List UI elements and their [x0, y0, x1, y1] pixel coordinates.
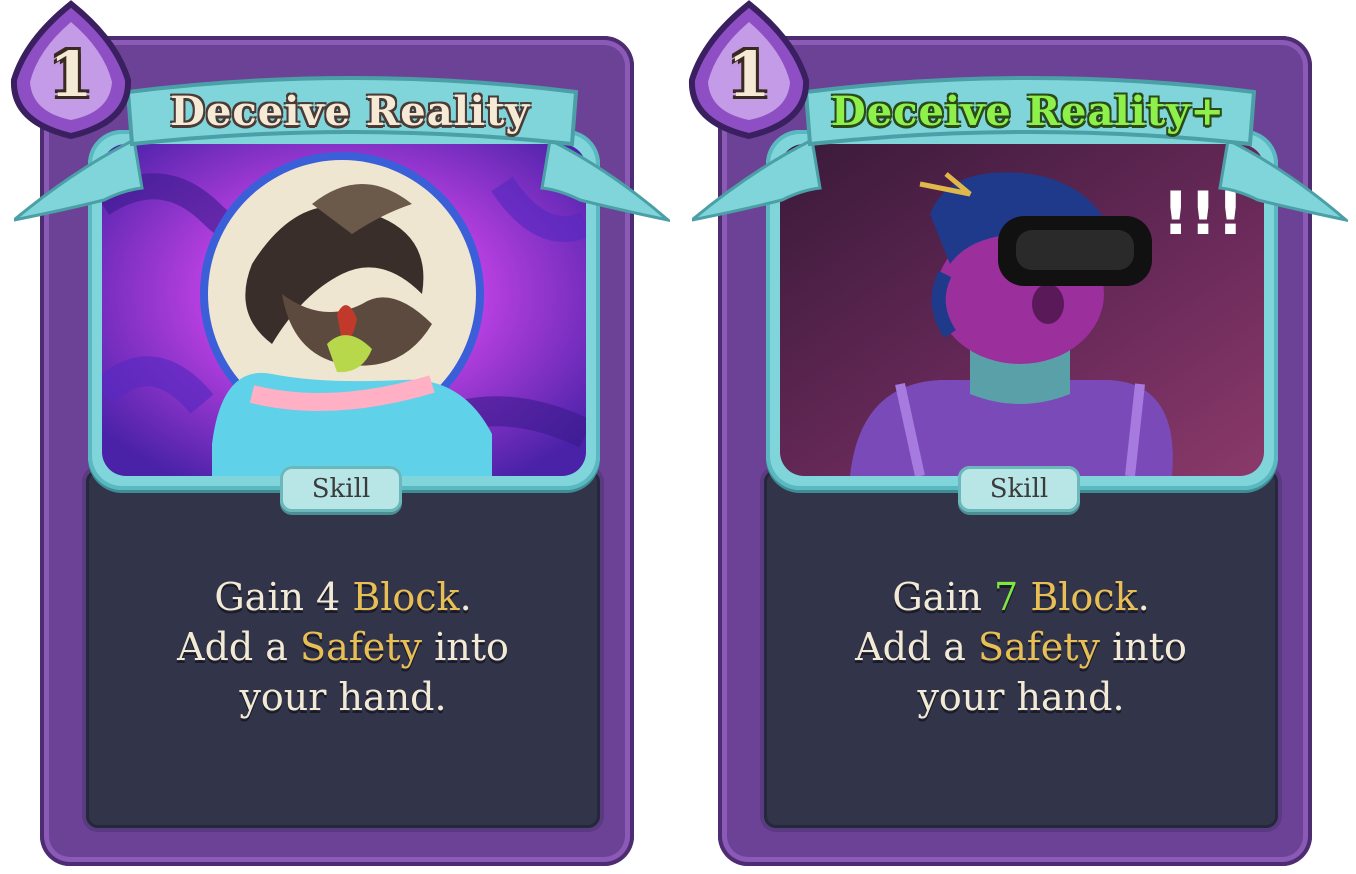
card-description: Gain 4 Block. Add a Safety into your han…	[110, 572, 576, 722]
block-amount: 7	[994, 575, 1019, 619]
desc-text: Add a	[855, 625, 979, 669]
desc-text: .	[459, 575, 472, 619]
art-frame: !!!	[766, 130, 1278, 490]
block-amount: 4	[316, 575, 341, 619]
desc-text: Gain	[892, 575, 995, 619]
card-deceive-reality[interactable]: Deceive Reality 1 Skill Gain 4 Block. Ad…	[0, 0, 680, 874]
card-description: Gain 7 Block. Add a Safety into your han…	[788, 572, 1254, 722]
keyword-block: Block	[1030, 575, 1138, 619]
keyword-block: Block	[352, 575, 460, 619]
energy-cost: 1	[49, 38, 93, 111]
keyword-safety: Safety	[978, 625, 1101, 669]
desc-text: into	[1100, 625, 1187, 669]
desc-text: into	[422, 625, 509, 669]
desc-text: Gain	[214, 575, 317, 619]
art-frame	[88, 130, 600, 490]
desc-line-3: your hand.	[917, 675, 1125, 719]
card-title: Deceive Reality+	[831, 88, 1225, 135]
card-art-vr-headset: !!!	[780, 144, 1264, 476]
card-deceive-reality-plus[interactable]: !!! Deceive Reality+ 1 Skill Gain 7 Bloc…	[678, 0, 1356, 874]
energy-cost: 1	[727, 38, 771, 111]
card-type-label: Skill	[280, 466, 402, 512]
card-type-label: Skill	[958, 466, 1080, 512]
desc-text	[340, 575, 352, 619]
keyword-safety: Safety	[300, 625, 423, 669]
desc-text: .	[1137, 575, 1150, 619]
desc-line-3: your hand.	[239, 675, 447, 719]
desc-line-2: Add a Safety into	[788, 622, 1254, 672]
desc-text: Add a	[177, 625, 301, 669]
card-art-illusion	[102, 144, 586, 476]
card-title: Deceive Reality	[170, 88, 530, 135]
desc-line-1: Gain 7 Block.	[788, 572, 1254, 622]
desc-line-1: Gain 4 Block.	[110, 572, 576, 622]
desc-text	[1018, 575, 1030, 619]
desc-line-2: Add a Safety into	[110, 622, 576, 672]
